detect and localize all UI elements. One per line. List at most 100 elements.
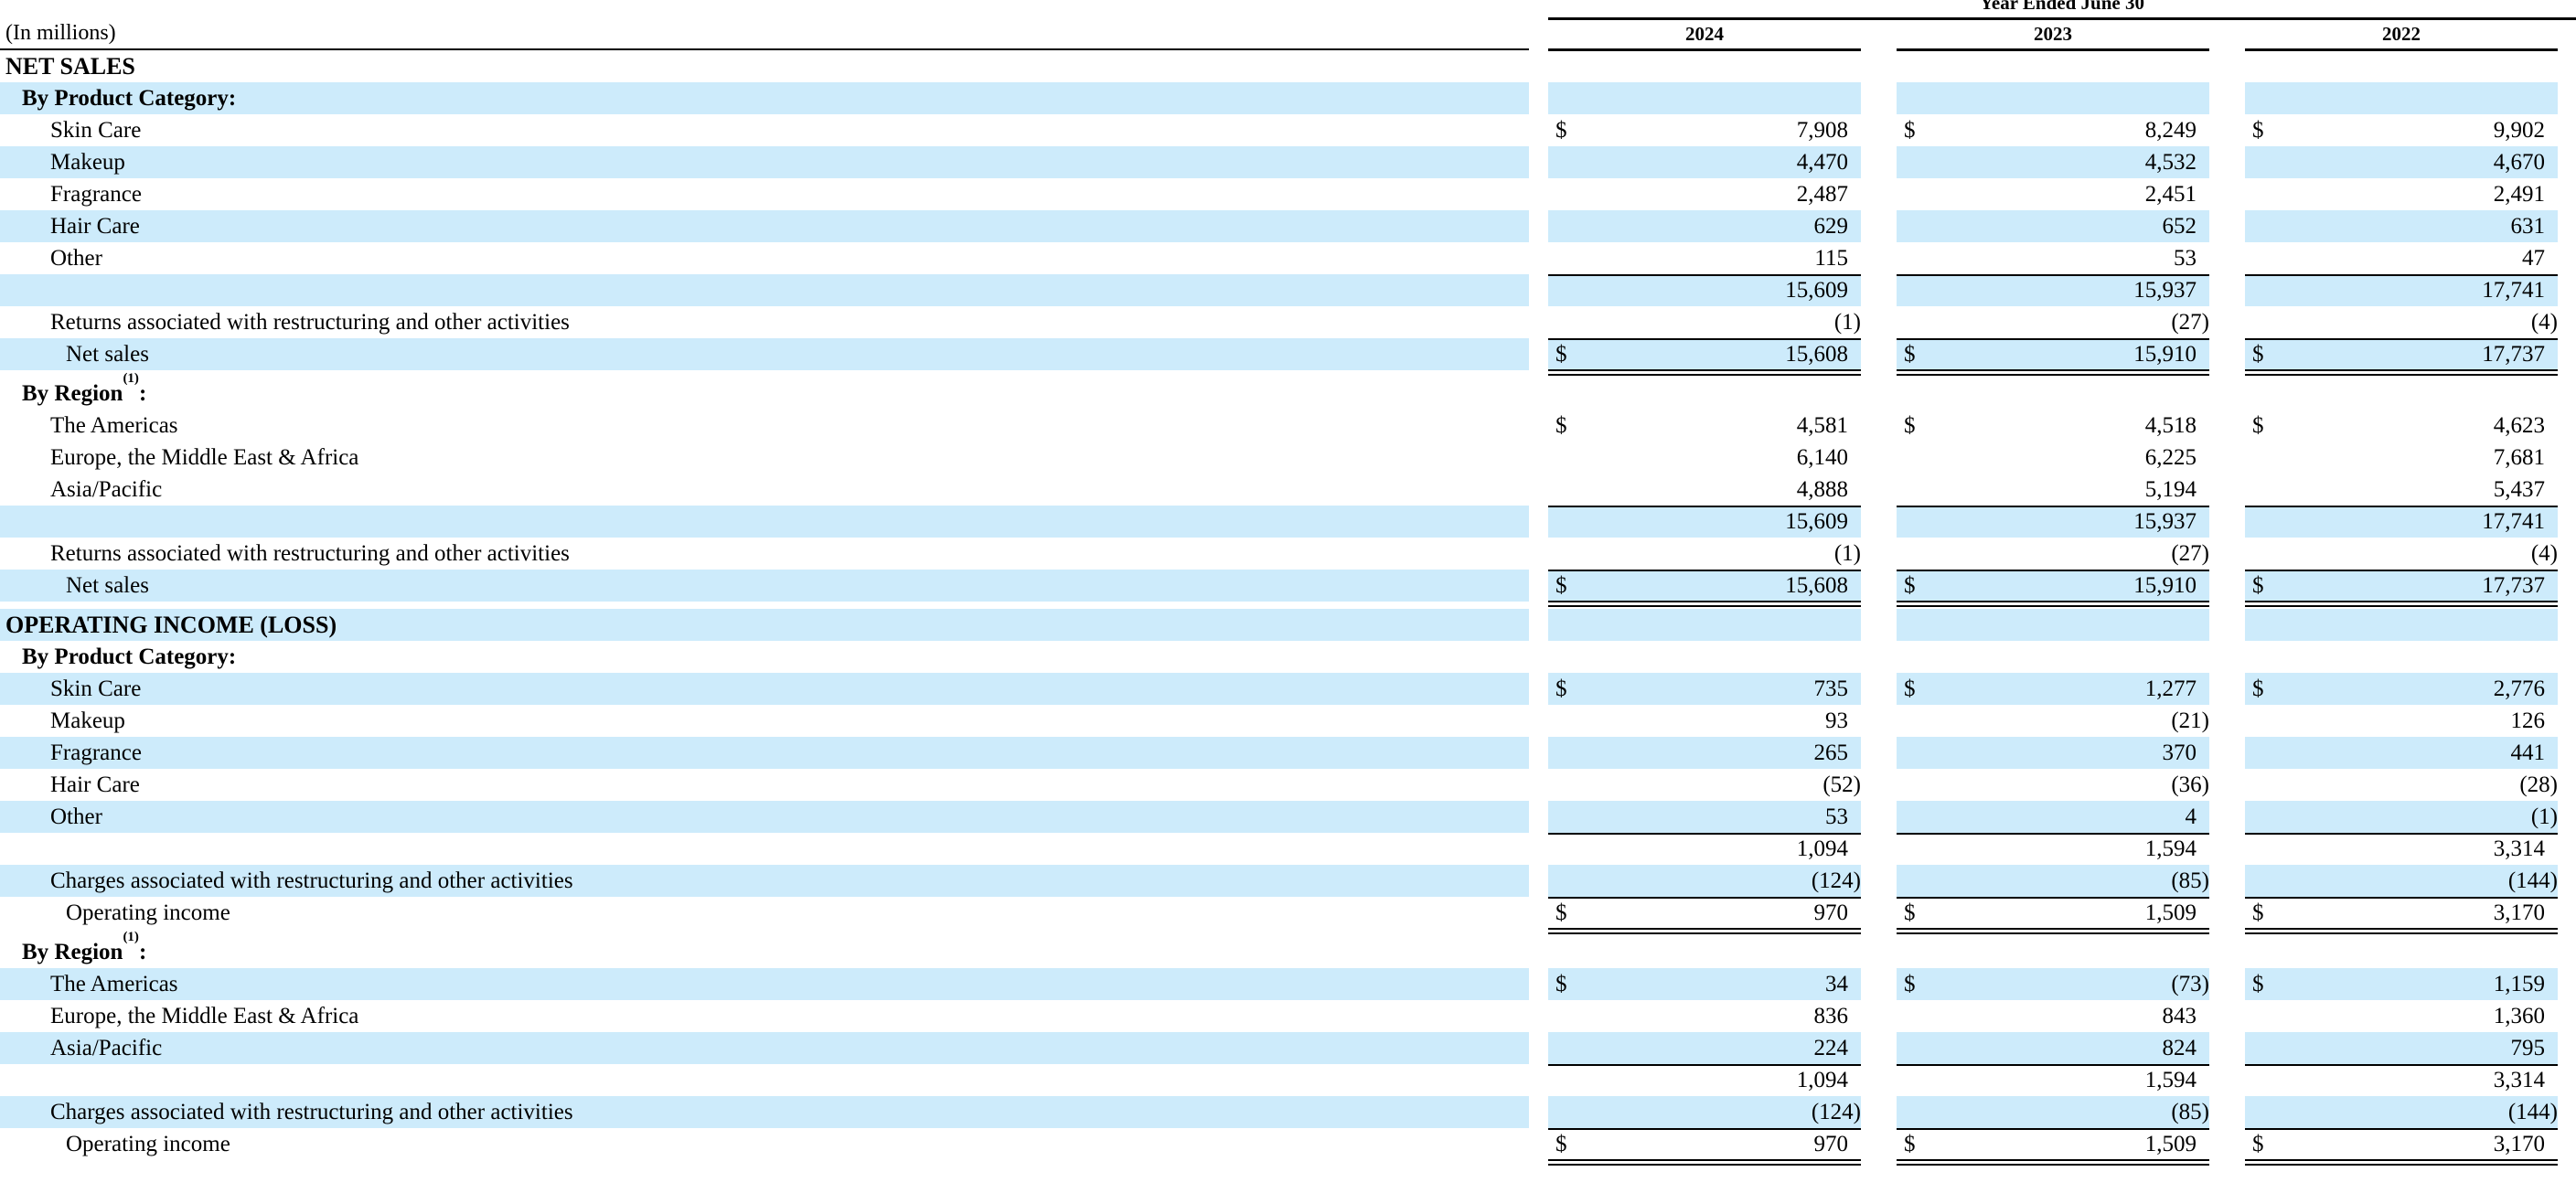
cell-value: (27)	[2171, 541, 2209, 566]
value-cell-2022: 126	[2245, 705, 2558, 737]
value-cell-2022: (144)	[2245, 865, 2558, 897]
row-label-text: Skin Care	[50, 676, 142, 701]
cell-value: (1)	[1833, 541, 1861, 566]
cell-value: 843	[2162, 1004, 2197, 1028]
value-cell-2023: (85)	[1897, 865, 2209, 897]
row-label-text: By Product Category:	[22, 644, 237, 669]
cell-value: 2,776	[2493, 676, 2545, 701]
table-row: Asia/Pacific 4,888 5,194 5,437	[0, 474, 2576, 506]
row-label-text: Operating income	[66, 1132, 230, 1156]
table-row: Charges associated with restructuring an…	[0, 1096, 2576, 1128]
cell-value: 970	[1813, 900, 1849, 925]
row-label: Charges associated with restructuring an…	[50, 865, 573, 897]
value-cell-2023: (27)	[1897, 538, 2209, 570]
cell-value: 17,741	[2482, 509, 2545, 534]
row-label-text: NET SALES	[5, 53, 135, 80]
cell-value: 1,594	[2144, 1068, 2197, 1092]
cell-shading	[2245, 82, 2558, 114]
dollar-sign: $	[1555, 900, 1567, 925]
subheader-row: By Product Category:	[0, 641, 2576, 673]
row-label: Fragrance	[50, 178, 142, 210]
dollar-sign: $	[1904, 900, 1916, 925]
cell-value: 15,937	[2133, 509, 2197, 534]
row-label: NET SALES	[5, 50, 135, 82]
row-label-text: Fragrance	[50, 740, 142, 765]
cell-value: 735	[1813, 676, 1849, 701]
row-shading	[0, 1032, 1529, 1064]
dollar-sign: $	[1904, 573, 1916, 598]
value-cell-2024: (124)	[1548, 865, 1861, 897]
cell-value: (21)	[2171, 708, 2209, 733]
cell-value: (27)	[2171, 310, 2209, 335]
cell-value: (52)	[1822, 772, 1861, 797]
row-shading	[0, 210, 1529, 242]
row-label-text: By Product Category:	[22, 86, 237, 111]
row-label: Net sales	[66, 570, 149, 602]
dollar-sign: $	[1904, 342, 1916, 367]
dollar-sign: $	[2252, 413, 2264, 438]
row-label-text: By Region	[22, 940, 123, 964]
table-row: Charges associated with restructuring an…	[0, 865, 2576, 897]
row-label: Asia/Pacific	[50, 474, 162, 506]
cell-value: 15,609	[1785, 278, 1848, 303]
value-cell-2023: $4,518	[1897, 410, 2209, 442]
cell-value: 15,937	[2133, 278, 2197, 303]
cell-value: 115	[1814, 246, 1848, 271]
cell-value: 7,908	[1796, 118, 1848, 143]
value-cell-2022: (4)	[2245, 306, 2558, 338]
dollar-sign: $	[2252, 1132, 2264, 1156]
cell-value: 8,249	[2144, 118, 2197, 143]
cell-value: 1,509	[2144, 1132, 2197, 1156]
row-label-text: Makeup	[50, 150, 125, 175]
row-label-text: Returns associated with restructuring an…	[50, 541, 570, 566]
cell-value: (85)	[2171, 1100, 2209, 1124]
dollar-sign: $	[1555, 342, 1567, 367]
value-cell-2022: 2,491	[2245, 178, 2558, 210]
value-cell-2022: 4,670	[2245, 146, 2558, 178]
period-header: Year Ended June 30	[1980, 0, 2144, 14]
cell-value: 15,608	[1785, 342, 1848, 367]
label-suffix: :	[138, 940, 147, 964]
dollar-sign: $	[1555, 676, 1567, 701]
cell-value: 3,314	[2493, 1068, 2545, 1092]
row-label-text: OPERATING INCOME (LOSS)	[5, 612, 337, 638]
cell-value: 1,094	[1796, 836, 1848, 861]
value-cell-2024: (124)	[1548, 1096, 1861, 1128]
value-cell-2023: 652	[1897, 210, 2209, 242]
cell-value: 2,491	[2493, 182, 2545, 207]
cell-value: (36)	[2171, 772, 2209, 797]
value-cell-2022: 3,314	[2245, 1064, 2558, 1096]
cell-value: 15,608	[1785, 573, 1848, 598]
value-cell-2022: (144)	[2245, 1096, 2558, 1128]
value-cell-2024: 4,470	[1548, 146, 1861, 178]
cell-value: 17,737	[2482, 573, 2545, 598]
dollar-sign: $	[1555, 573, 1567, 598]
row-label: By Region(1):	[22, 372, 147, 410]
label-suffix: :	[138, 381, 147, 406]
cell-value: 93	[1825, 708, 1848, 733]
cell-value: 17,737	[2482, 342, 2545, 367]
cell-value: 441	[2510, 740, 2546, 765]
table-row: Other 115 53 47	[0, 242, 2576, 274]
value-cell-2024: $970	[1548, 1128, 1861, 1166]
value-cell-2023: 15,937	[1897, 506, 2209, 538]
row-label-text: Fragrance	[50, 182, 142, 207]
value-cell-2023: 15,937	[1897, 274, 2209, 306]
value-cell-2022: $17,737	[2245, 570, 2558, 607]
value-cell-2022: 17,741	[2245, 506, 2558, 538]
cell-value: (144)	[2507, 868, 2558, 893]
table-row: 15,609 15,937 17,741	[0, 506, 2576, 538]
row-label-text: Hair Care	[50, 214, 140, 239]
cell-value: 970	[1813, 1132, 1849, 1156]
value-cell-2024: (1)	[1548, 538, 1861, 570]
cell-value: 5,437	[2493, 477, 2545, 502]
row-label: Returns associated with restructuring an…	[50, 538, 570, 570]
value-cell-2024: 1,094	[1548, 833, 1861, 865]
row-label-text: Hair Care	[50, 772, 140, 797]
value-cell-2024: 224	[1548, 1032, 1861, 1064]
cell-value: 2,487	[1796, 182, 1848, 207]
cell-value: 34	[1825, 972, 1848, 996]
row-label: Other	[50, 242, 102, 274]
row-label: By Product Category:	[22, 641, 236, 673]
table-row: Fragrance 2,487 2,451 2,491	[0, 178, 2576, 210]
